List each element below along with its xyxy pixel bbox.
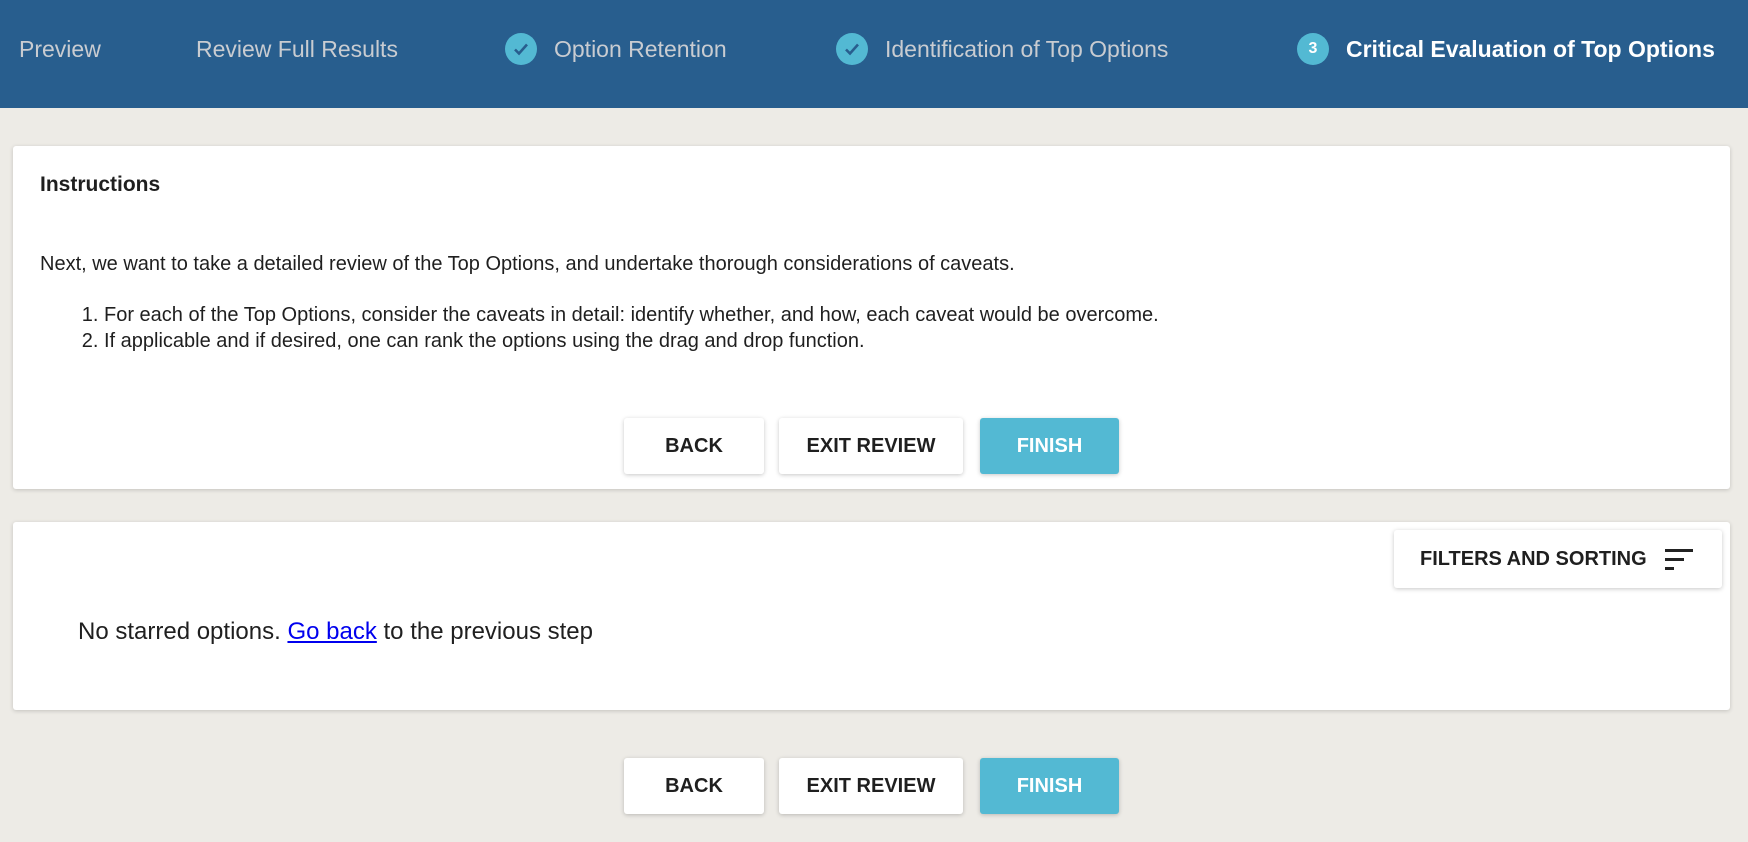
step-label: Preview: [19, 35, 101, 62]
results-card: FILTERS AND SORTING No starred options. …: [13, 522, 1730, 710]
step-preview[interactable]: Preview: [19, 34, 101, 64]
back-button[interactable]: BACK: [624, 418, 764, 474]
instructions-list: For each of the Top Options, consider th…: [104, 302, 1159, 354]
empty-text: No starred options.: [78, 618, 281, 645]
step-label: Critical Evaluation of Top Options: [1346, 35, 1715, 62]
step-label: Identification of Top Options: [885, 35, 1169, 62]
sort-icon: [1664, 548, 1693, 570]
step-number-badge: 3: [1297, 33, 1329, 65]
go-back-link[interactable]: Go back: [287, 618, 376, 645]
empty-suffix: to the previous step: [383, 618, 593, 645]
instructions-intro: Next, we want to take a detailed review …: [40, 253, 1015, 275]
instruction-item: For each of the Top Options, consider th…: [104, 302, 1159, 328]
instructions-title: Instructions: [40, 173, 161, 196]
filters-and-sorting-button[interactable]: FILTERS AND SORTING: [1394, 530, 1722, 588]
check-icon: [836, 33, 868, 65]
back-button-bottom[interactable]: BACK: [624, 758, 764, 814]
empty-message: No starred options. Go back to the previ…: [78, 618, 593, 646]
stepper-header: Preview Review Full Results Option Reten…: [0, 0, 1748, 108]
finish-button-bottom[interactable]: FINISH: [980, 758, 1119, 814]
step-identification-of-top-options[interactable]: Identification of Top Options: [836, 33, 1169, 65]
filters-label: FILTERS AND SORTING: [1420, 547, 1647, 570]
exit-review-button[interactable]: EXIT REVIEW: [779, 418, 963, 474]
finish-button[interactable]: FINISH: [980, 418, 1119, 474]
step-label: Review Full Results: [196, 35, 398, 62]
check-icon: [505, 33, 537, 65]
instruction-item: If applicable and if desired, one can ra…: [104, 328, 1159, 354]
step-label: Option Retention: [554, 35, 727, 62]
exit-review-button-bottom[interactable]: EXIT REVIEW: [779, 758, 963, 814]
instructions-card: Instructions Next, we want to take a det…: [13, 146, 1730, 489]
step-review-full-results[interactable]: Review Full Results: [196, 34, 398, 64]
step-option-retention[interactable]: Option Retention: [505, 33, 727, 65]
step-critical-evaluation[interactable]: 3 Critical Evaluation of Top Options: [1297, 33, 1715, 65]
